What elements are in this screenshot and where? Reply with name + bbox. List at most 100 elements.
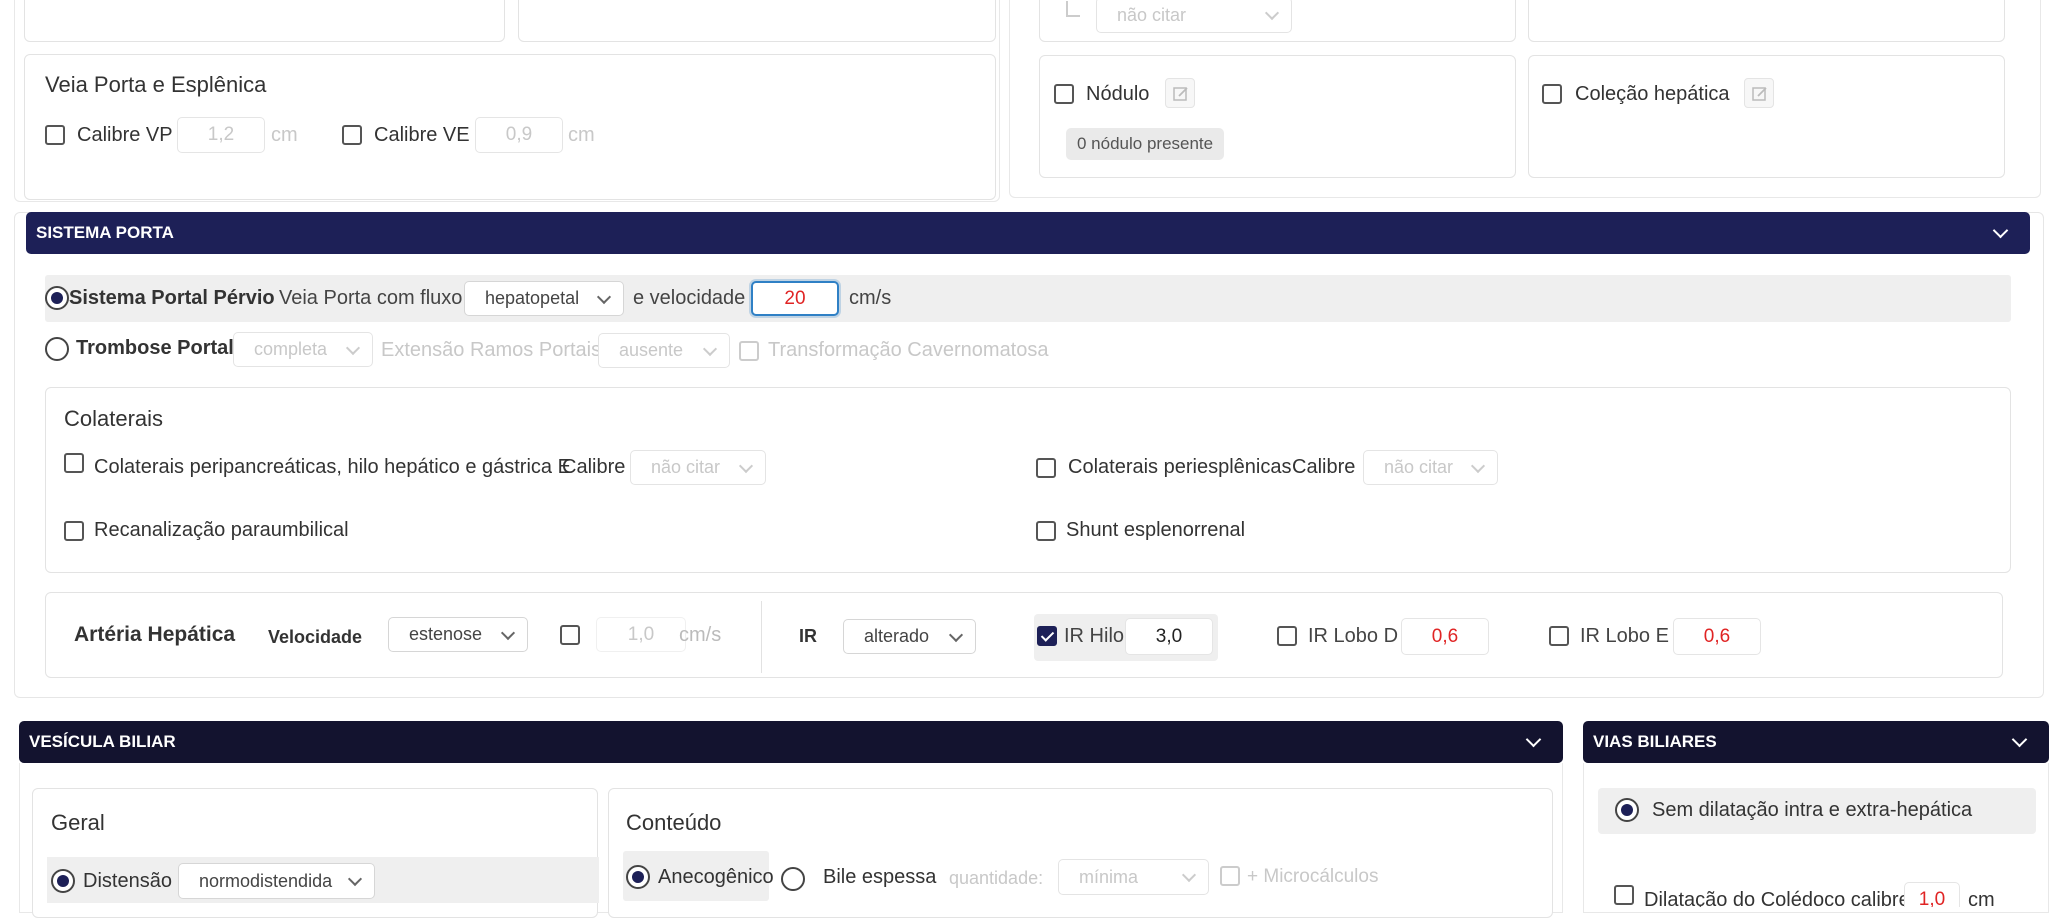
calibre-vp-unit: cm <box>271 124 298 146</box>
geral-title: Geral <box>51 810 105 835</box>
vias-biliares-title: VIAS BILIARES <box>1593 732 1717 751</box>
calibre-vp-checkbox[interactable] <box>45 125 65 145</box>
dilatacao-checkbox[interactable] <box>1614 885 1634 905</box>
chevron-down-icon[interactable] <box>1992 222 2009 239</box>
velocidade-input[interactable]: 20 <box>751 281 839 316</box>
fluxo-select[interactable]: hepatopetal <box>464 281 624 316</box>
calibre-ve-input[interactable]: 0,9 <box>475 117 563 153</box>
ir-label: IR <box>799 626 817 646</box>
ir-hilo-label: IR Hilo <box>1064 625 1125 647</box>
periesplenicas-label: Colaterais periesplênicas <box>1068 456 1292 478</box>
distensao-label: Distensão <box>83 870 172 892</box>
arteria-velocidade-checkbox[interactable] <box>560 625 580 645</box>
colecao-label: Coleção hepática <box>1575 83 1730 105</box>
peripancreaticas-calibre-select[interactable]: não citar <box>630 450 766 485</box>
veia-porta-esplenica-title: Veia Porta e Esplênica <box>45 72 267 97</box>
recanalizacao-checkbox[interactable] <box>64 521 84 541</box>
chevron-down-icon[interactable] <box>2011 731 2028 748</box>
periesplenicas-calibre-select[interactable]: não citar <box>1363 450 1498 485</box>
distensao-radio[interactable] <box>51 869 75 893</box>
dilatacao-clip: Dilatação do Colédoco calibre 1,0 cm <box>1598 870 2038 907</box>
nodulo-count-badge: 0 nódulo presente <box>1066 128 1225 160</box>
geral-card: Geral Distensão normodistendida <box>32 788 599 918</box>
extensao-select[interactable]: ausente <box>598 333 730 368</box>
arteria-divider <box>761 601 762 673</box>
ir-lobo-d-checkbox[interactable] <box>1277 626 1297 646</box>
trombose-label: Trombose Portal <box>76 337 234 359</box>
microcalculos-label: + Microcálculos <box>1247 866 1379 887</box>
calibre-ve-unit: cm <box>568 124 595 146</box>
bile-espessa-radio[interactable] <box>781 867 805 891</box>
colaterais-card: Colaterais Colaterais peripancreáticas, … <box>45 387 2011 573</box>
velocidade-label: e velocidade <box>633 287 746 309</box>
sistema-porta-header[interactable]: SISTEMA PORTA <box>26 212 2030 254</box>
sem-dilatacao-radio[interactable] <box>1615 798 1639 822</box>
dilatacao-input[interactable]: 1,0 <box>1904 882 1960 907</box>
sem-dilatacao-label: Sem dilatação intra e extra-hepática <box>1652 799 1973 821</box>
shunt-label: Shunt esplenorrenal <box>1066 519 1246 541</box>
calibre-vp-label: Calibre VP <box>77 124 173 146</box>
velocidade-unit: cm/s <box>849 287 892 309</box>
edit-icon <box>1173 87 1188 101</box>
calibre-ve-checkbox[interactable] <box>342 125 362 145</box>
vesicula-title: VESÍCULA BILIAR <box>29 732 176 751</box>
bile-espessa-label: Bile espessa <box>823 866 937 888</box>
nao-citar-select[interactable]: não citar <box>1096 0 1292 33</box>
conteudo-title: Conteúdo <box>626 810 722 835</box>
anecogenico-label: Anecogênico <box>658 866 774 888</box>
pervio-radio[interactable] <box>45 286 69 310</box>
arteria-hepatica-title: Artéria Hepática <box>74 623 236 646</box>
peripancreaticas-calibre-label: Calibre <box>562 456 626 478</box>
periesplenicas-calibre-label: Calibre <box>1292 456 1356 478</box>
veia-porta-fluxo-label: Veia Porta com fluxo <box>279 287 463 309</box>
ir-lobo-d-input[interactable]: 0,6 <box>1401 618 1489 655</box>
colecao-card: Coleção hepática <box>1528 55 2005 178</box>
ir-select[interactable]: alterado <box>843 619 976 654</box>
transformacao-checkbox[interactable] <box>739 341 759 361</box>
arteria-hepatica-card: Artéria Hepática Velocidade estenose 1,0… <box>45 592 2003 678</box>
microcalculos-checkbox[interactable] <box>1220 866 1240 886</box>
vias-biliares-header[interactable]: VIAS BILIARES <box>1583 721 2049 763</box>
veia-porta-esplenica-card: Veia Porta e Esplênica Calibre VP 1,2 cm… <box>24 54 996 200</box>
arteria-velocidade-select[interactable]: estenose <box>388 617 528 652</box>
dilatacao-label: Dilatação do Colédoco calibre <box>1644 889 1910 907</box>
arteria-velocidade-input[interactable]: 1,0 <box>596 617 686 652</box>
tree-connector <box>1066 1 1080 17</box>
top-card-b <box>518 0 996 42</box>
vesicula-header[interactable]: VESÍCULA BILIAR <box>19 721 1563 763</box>
nodulo-edit-button[interactable] <box>1165 78 1195 108</box>
colaterais-title: Colaterais <box>64 406 164 431</box>
peripancreaticas-label: Colaterais peripancreáticas, hilo hepáti… <box>94 456 571 478</box>
recanalizacao-label: Recanalização paraumbilical <box>94 519 349 541</box>
chevron-down-icon[interactable] <box>1525 731 1542 748</box>
sistema-porta-title: SISTEMA PORTA <box>36 223 174 242</box>
ir-hilo-checkbox[interactable] <box>1037 626 1057 646</box>
periesplenicas-checkbox[interactable] <box>1036 458 1056 478</box>
shunt-checkbox[interactable] <box>1036 521 1056 541</box>
trombose-radio[interactable] <box>45 337 69 361</box>
colecao-edit-button[interactable] <box>1744 78 1774 108</box>
arteria-velocidade-label: Velocidade <box>268 627 363 647</box>
calibre-ve-label: Calibre VE <box>374 124 470 146</box>
ir-lobo-e-label: IR Lobo E <box>1580 625 1669 647</box>
extensao-label: Extensão Ramos Portais <box>381 339 602 361</box>
top-right-card-a: não citar <box>1039 0 1516 42</box>
quantidade-label: quantidade: <box>949 868 1044 888</box>
quantidade-select[interactable]: mínima <box>1058 859 1209 895</box>
nodulo-checkbox[interactable] <box>1054 84 1074 104</box>
dilatacao-unit: cm <box>1968 889 1995 907</box>
trombose-select[interactable]: completa <box>233 332 373 367</box>
colecao-checkbox[interactable] <box>1542 84 1562 104</box>
ir-lobo-d-label: IR Lobo D <box>1308 625 1399 647</box>
ir-lobo-e-input[interactable]: 0,6 <box>1673 618 1761 655</box>
calibre-vp-input[interactable]: 1,2 <box>177 117 265 153</box>
ir-lobo-e-checkbox[interactable] <box>1549 626 1569 646</box>
top-right-card-b <box>1528 0 2005 42</box>
anecogenico-radio[interactable] <box>626 865 650 889</box>
top-card-a <box>24 0 505 42</box>
pervio-label: Sistema Portal Pérvio <box>69 287 275 309</box>
distensao-select[interactable]: normodistendida <box>178 863 375 899</box>
peripancreaticas-checkbox[interactable] <box>64 453 84 473</box>
ir-hilo-input[interactable]: 3,0 <box>1125 618 1213 655</box>
nodulo-card: Nódulo 0 nódulo presente <box>1039 55 1516 178</box>
